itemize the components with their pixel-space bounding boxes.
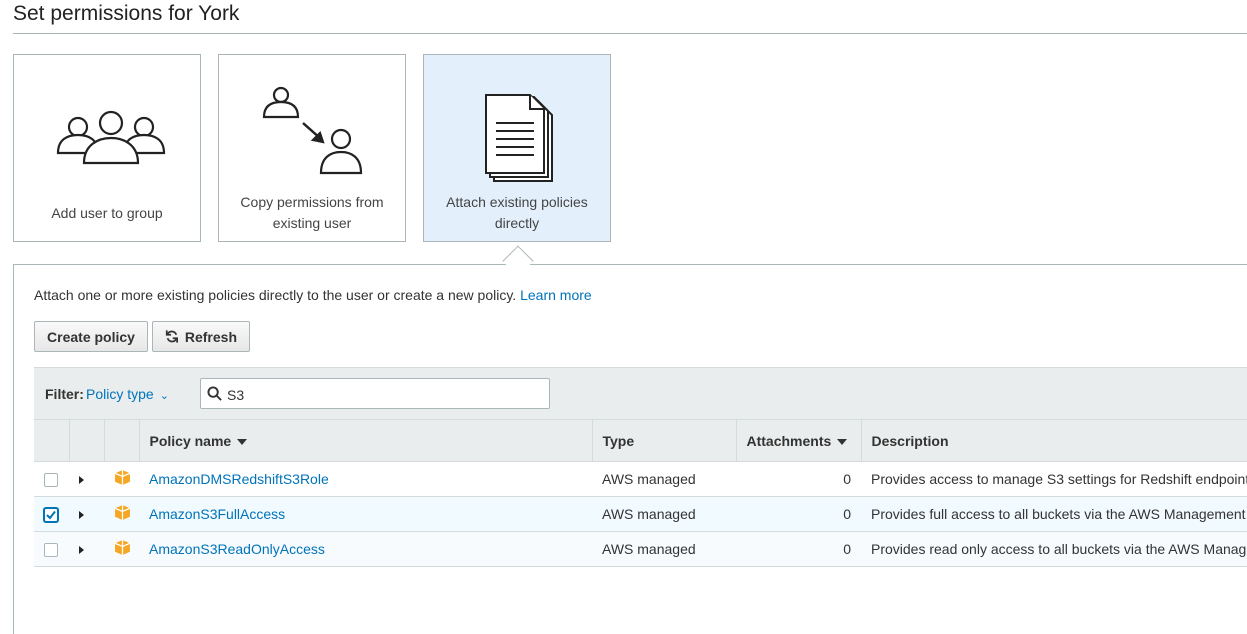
policy-name-link[interactable]: AmazonS3ReadOnlyAccess <box>149 541 325 557</box>
group-icon <box>56 110 166 165</box>
expand-row-icon[interactable] <box>79 511 84 520</box>
expand-column-header <box>69 419 105 462</box>
copy-permissions-option[interactable]: Copy permissions from existing user <box>218 54 406 242</box>
policy-description: Provides full access to all buckets via … <box>861 496 1247 532</box>
column-header-attachments[interactable]: Attachments <box>736 419 862 462</box>
filter-bar: Filter: Policy type ⌄ <box>34 367 1247 420</box>
table-row[interactable]: AmazonS3ReadOnlyAccess AWS managed 0 Pro… <box>34 531 1247 567</box>
search-icon <box>207 386 222 401</box>
option-label: Attach existing policies <box>446 194 588 210</box>
document-icon <box>485 94 553 182</box>
intro-text: Attach one or more existing policies dir… <box>34 287 592 303</box>
policy-type: AWS managed <box>592 461 736 497</box>
row-checkbox[interactable] <box>44 508 58 523</box>
policy-description: Provides access to manage S3 settings fo… <box>861 461 1247 497</box>
policy-name-link[interactable]: AmazonDMSRedshiftS3Role <box>149 471 329 487</box>
policy-type: AWS managed <box>592 496 736 532</box>
policy-attachments: 0 <box>736 461 861 497</box>
search-input[interactable] <box>225 383 529 406</box>
option-label-line2: existing user <box>272 215 352 231</box>
refresh-icon <box>165 330 178 343</box>
policy-type-label: Policy type <box>86 386 154 402</box>
option-label-line2: directly <box>494 215 540 231</box>
policy-attachments: 0 <box>736 531 861 567</box>
row-checkbox[interactable] <box>44 473 58 488</box>
expand-row-icon[interactable] <box>79 476 84 485</box>
checkmark-icon <box>46 511 56 520</box>
sort-down-icon <box>837 438 848 445</box>
column-header-type: Type <box>592 419 737 462</box>
policy-type-filter[interactable]: Policy type ⌄ <box>86 386 169 402</box>
option-label: Copy permissions from <box>240 194 384 210</box>
learn-more-link[interactable]: Learn more <box>520 287 592 303</box>
attach-policies-option[interactable]: Attach existing policies directly <box>423 54 611 242</box>
search-box[interactable] <box>200 378 550 409</box>
create-policy-label: Create policy <box>47 328 135 345</box>
table-row[interactable]: AmazonS3FullAccess AWS managed 0 Provide… <box>34 496 1247 532</box>
table-row[interactable]: AmazonDMSRedshiftS3Role AWS managed 0 Pr… <box>34 461 1247 497</box>
copy-user-icon <box>262 86 363 175</box>
filter-label: Filter: <box>45 386 84 402</box>
policy-name-link[interactable]: AmazonS3FullAccess <box>149 506 285 522</box>
option-label: Add user to group <box>51 205 163 221</box>
chevron-down-icon: ⌄ <box>159 390 169 402</box>
column-label: Type <box>602 432 635 449</box>
policy-description: Provides read only access to all buckets… <box>861 531 1247 567</box>
row-checkbox[interactable] <box>44 543 58 558</box>
column-label: Description <box>871 432 949 449</box>
policies-table: Policy name Type Attachments Description… <box>34 419 1247 567</box>
expand-row-icon[interactable] <box>79 546 84 555</box>
refresh-button[interactable]: Refresh <box>152 321 250 352</box>
create-policy-button[interactable]: Create policy <box>34 321 148 352</box>
select-column-header <box>34 419 70 462</box>
column-header-policy-name[interactable]: Policy name <box>139 419 593 462</box>
policy-cube-icon <box>114 505 131 520</box>
add-user-to-group-option[interactable]: Add user to group <box>13 54 201 242</box>
policy-cube-icon <box>114 470 131 485</box>
column-header-description: Description <box>861 419 1247 462</box>
icon-column-header <box>104 419 140 462</box>
policy-type: AWS managed <box>592 531 736 567</box>
column-label: Attachments <box>746 432 832 449</box>
page-title: Set permissions for York <box>13 2 240 25</box>
intro-description: Attach one or more existing policies dir… <box>34 287 517 303</box>
sort-down-icon <box>237 438 248 445</box>
policy-cube-icon <box>114 540 131 555</box>
refresh-label: Refresh <box>184 328 237 345</box>
policy-attachments: 0 <box>736 496 861 532</box>
table-header-row: Policy name Type Attachments Description <box>34 419 1247 462</box>
title-divider <box>13 33 1247 34</box>
column-label: Policy name <box>149 432 232 449</box>
